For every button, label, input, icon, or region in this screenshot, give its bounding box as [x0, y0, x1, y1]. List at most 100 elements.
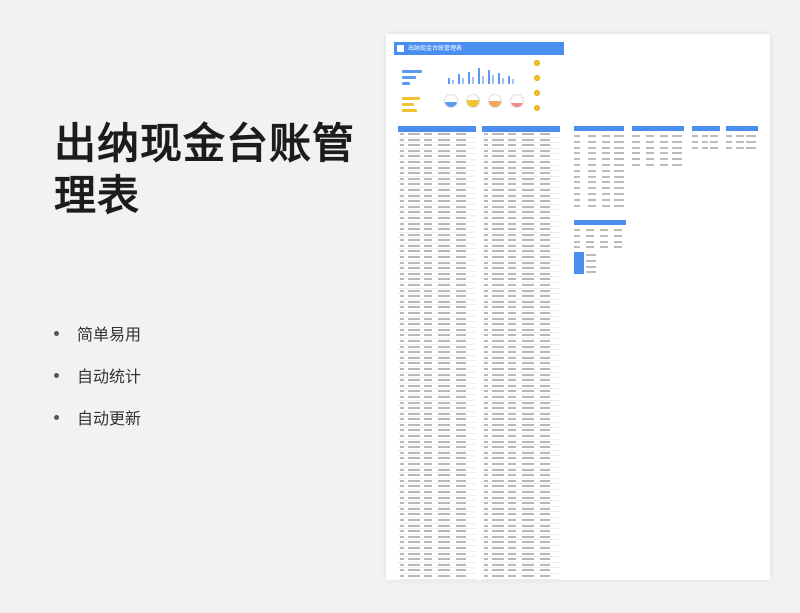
cell-text	[660, 158, 668, 161]
cell-text	[646, 146, 654, 149]
chart-bar	[488, 70, 490, 84]
progress-circle	[444, 94, 458, 108]
indicator-icon	[534, 75, 540, 81]
cell-text	[602, 158, 610, 161]
cell-text	[614, 140, 624, 143]
chart-bar	[508, 76, 510, 84]
cell-text	[574, 193, 580, 195]
cell-text	[632, 135, 640, 137]
cell-text	[614, 152, 624, 155]
promo-title: 出纳现金台账管理表	[54, 119, 356, 220]
cell-text	[602, 181, 610, 184]
cell-text	[574, 169, 580, 172]
cell-text	[574, 152, 580, 155]
cell-text	[602, 175, 610, 178]
cell-text	[632, 140, 640, 143]
cell-text	[586, 259, 596, 262]
cell-text	[614, 158, 624, 161]
bullet-icon	[54, 414, 59, 420]
cell-text	[588, 175, 596, 178]
bullet-icon	[54, 330, 59, 336]
cell-text	[574, 146, 580, 149]
cell-text	[588, 193, 596, 195]
cell-text	[646, 135, 654, 137]
cell-text	[588, 152, 596, 155]
cell-text	[614, 193, 624, 195]
cell-text	[600, 246, 608, 249]
cell-text	[726, 140, 732, 143]
bullet-icon	[54, 372, 59, 378]
chart-bar	[448, 78, 450, 84]
cell-text	[614, 135, 624, 137]
cell-text	[614, 169, 624, 172]
cell-text	[602, 135, 610, 137]
chart-bar	[452, 80, 454, 84]
cell-text	[692, 140, 698, 143]
sheet-header: 出纳现金台账管理表	[394, 42, 564, 55]
cell-text	[672, 152, 682, 155]
cell-text	[646, 140, 654, 143]
cell-text	[746, 146, 756, 149]
cell-text	[574, 229, 580, 231]
cell-text	[586, 265, 596, 268]
cell-text	[588, 164, 596, 166]
cell-text	[614, 204, 624, 207]
summary-table-header	[574, 126, 624, 131]
cell-text	[586, 234, 594, 237]
progress-circle	[510, 94, 524, 108]
chart-bar	[458, 74, 460, 84]
cell-text	[574, 198, 580, 201]
cell-text	[588, 158, 596, 161]
cell-text	[574, 234, 580, 237]
cell-text	[602, 204, 610, 207]
summary-bar	[402, 70, 422, 73]
summary-table-header	[692, 126, 720, 131]
summary-bar	[402, 76, 416, 79]
cell-text	[602, 146, 610, 149]
indicator-icon	[534, 90, 540, 96]
cell-text	[574, 158, 580, 161]
cell-text	[574, 135, 580, 137]
cell-text	[588, 181, 596, 184]
cell-text	[646, 152, 654, 155]
cell-text	[586, 254, 596, 256]
cell-text	[600, 229, 608, 231]
cell-text	[586, 271, 596, 274]
cell-text	[614, 240, 622, 243]
ledger-table-1	[398, 126, 476, 580]
cell-text	[692, 135, 698, 137]
cell-text	[632, 146, 640, 149]
feature-list: 简单易用 自动统计 自动更新	[54, 312, 141, 438]
cell-text	[588, 204, 596, 207]
indicator-icon	[534, 105, 540, 111]
cell-text	[660, 135, 668, 137]
cell-text	[692, 146, 698, 149]
summary-table-header	[632, 126, 684, 131]
progress-circle	[488, 94, 502, 108]
cell-text	[614, 181, 624, 184]
cell-text	[602, 187, 610, 190]
cell-text	[660, 152, 668, 155]
summary-side-header	[574, 252, 584, 274]
cell-text	[710, 135, 718, 137]
cell-text	[736, 135, 744, 137]
cell-text	[672, 135, 682, 137]
cell-text	[702, 135, 708, 137]
cell-text	[600, 240, 608, 243]
cell-text	[672, 146, 682, 149]
cell-text	[660, 146, 668, 149]
summary-bar	[402, 97, 420, 100]
cell-text	[672, 158, 682, 161]
ledger-table-2	[482, 126, 560, 580]
cell-text	[602, 152, 610, 155]
cell-text	[574, 175, 580, 178]
cell-text	[574, 164, 580, 166]
cell-text	[614, 198, 624, 201]
chart-bar	[512, 79, 514, 84]
chart-bar	[478, 68, 480, 84]
cell-text	[614, 146, 624, 149]
chart-bar	[492, 75, 494, 84]
chart-bar	[482, 76, 484, 84]
cell-text	[614, 229, 622, 231]
cell-text	[614, 234, 622, 237]
